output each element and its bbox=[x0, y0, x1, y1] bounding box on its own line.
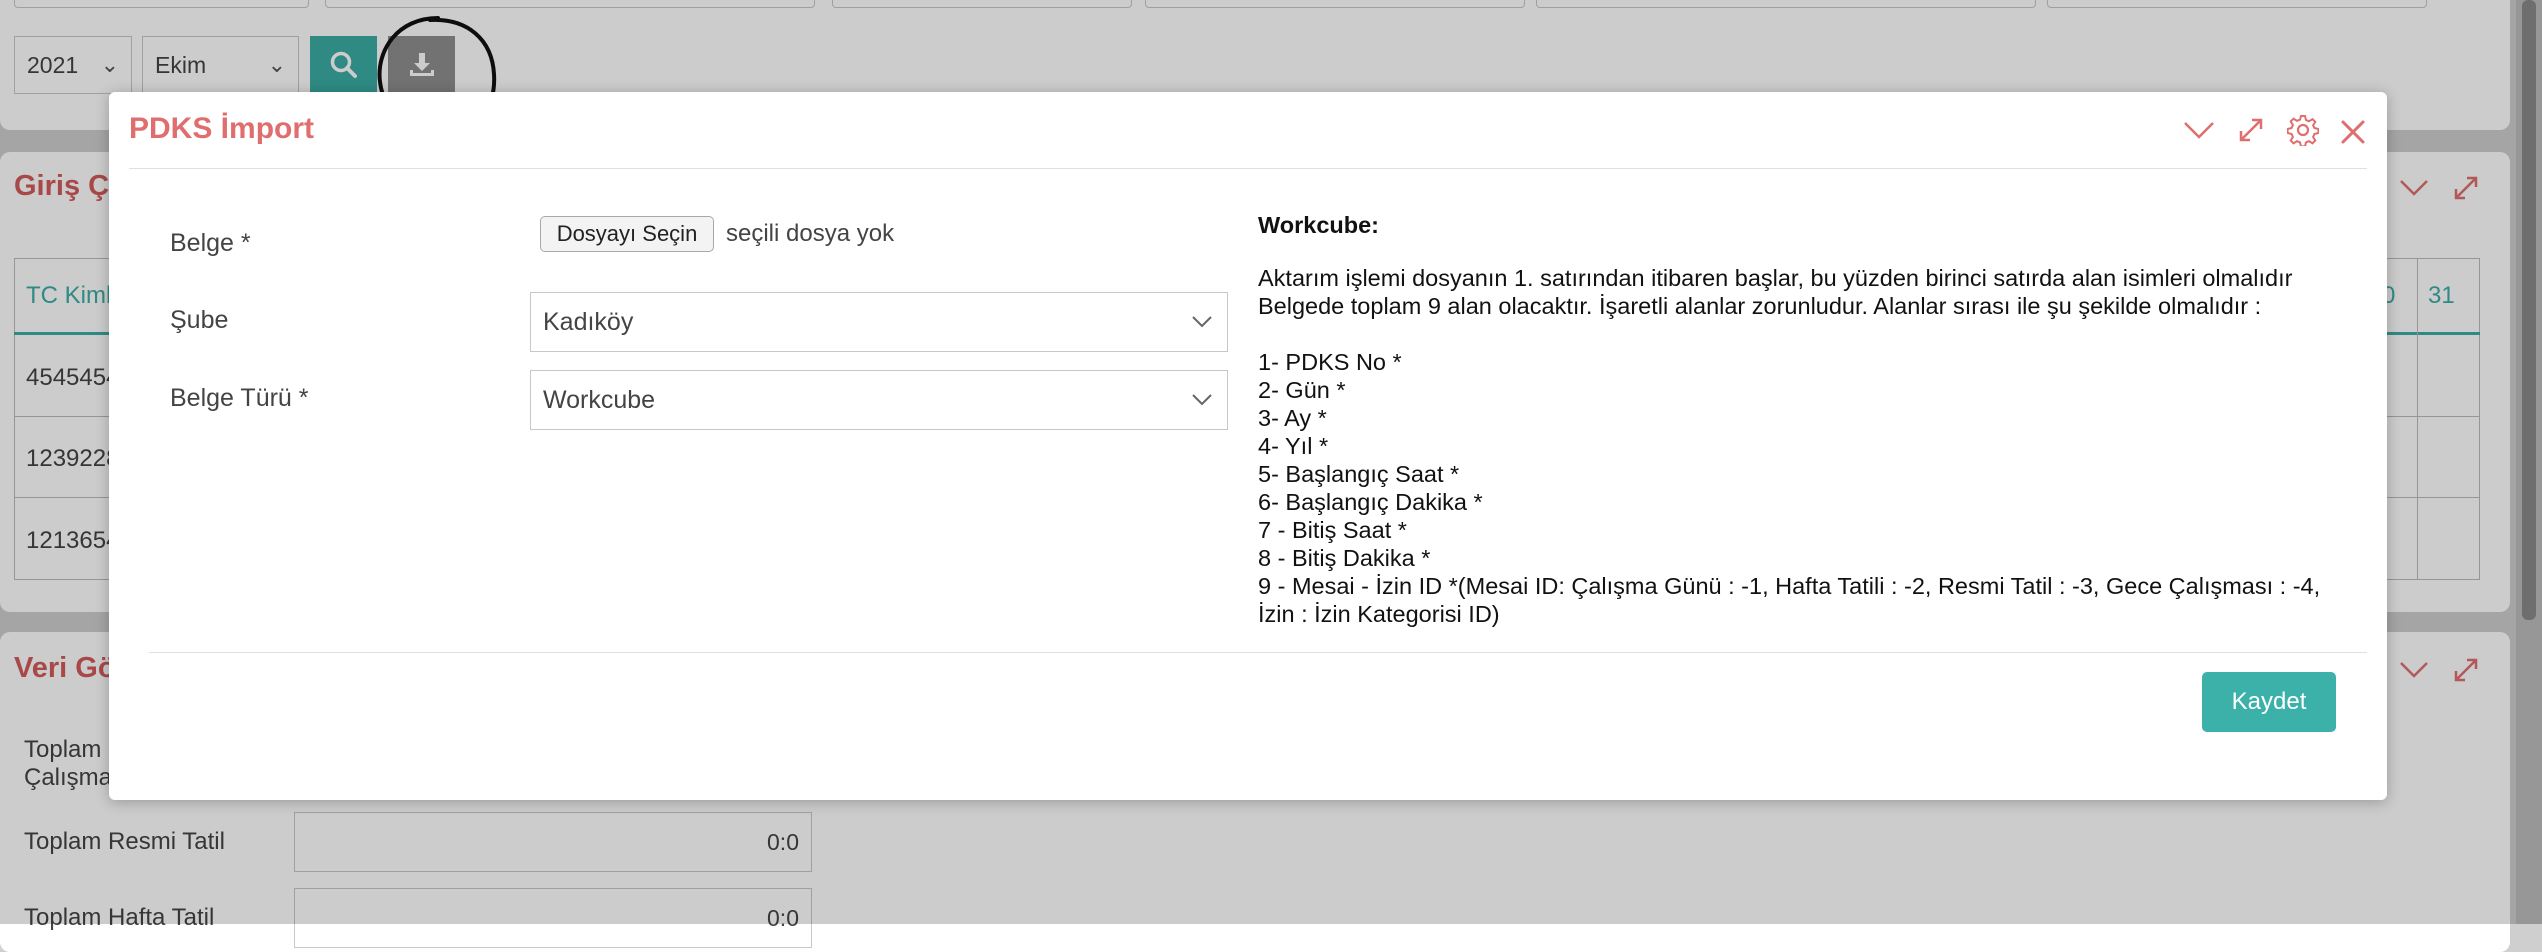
info-list-item: 7 - Bitiş Saat * bbox=[1258, 517, 1407, 543]
expand-icon bbox=[2239, 118, 2263, 142]
chevron-down-icon bbox=[2184, 122, 2214, 139]
header-divider bbox=[129, 168, 2367, 169]
info-paragraph: Aktarım işlemi dosyanın 1. satırından it… bbox=[1258, 265, 2293, 291]
save-button[interactable]: Kaydet bbox=[2202, 672, 2336, 732]
info-list-item: 5- Başlangıç Saat * bbox=[1258, 461, 1460, 487]
gear-icon bbox=[2287, 115, 2319, 146]
close-icon bbox=[2341, 120, 2365, 144]
info-list-item: 9 - Mesai - İzin ID *(Mesai ID: Çalışma … bbox=[1258, 573, 2321, 599]
belge-turu-label: Belge Türü * bbox=[170, 384, 309, 412]
info-paragraph: Belgede toplam 9 alan olacaktır. İşaretl… bbox=[1258, 293, 2262, 319]
belge-turu-select[interactable]: Workcube bbox=[530, 370, 1228, 430]
chevron-down-icon bbox=[1192, 316, 1212, 328]
sube-select[interactable]: Kadıköy bbox=[530, 292, 1228, 352]
info-list-item: 6- Başlangıç Dakika * bbox=[1258, 489, 1483, 515]
close-button[interactable] bbox=[2333, 112, 2373, 152]
file-choose-button[interactable]: Dosyayı Seçin bbox=[540, 216, 714, 252]
belge-turu-value: Workcube bbox=[543, 385, 656, 414]
info-list-item: 2- Gün * bbox=[1258, 377, 1346, 403]
expand-button[interactable] bbox=[2231, 110, 2271, 150]
settings-button[interactable] bbox=[2283, 110, 2323, 150]
info-list-item: 3- Ay * bbox=[1258, 405, 1327, 431]
info-list-item: 1- PDKS No * bbox=[1258, 349, 1402, 375]
pdks-import-modal: PDKS İmport Belge * Dosyayı Seçin seçili… bbox=[109, 92, 2387, 800]
footer-divider bbox=[149, 652, 2367, 653]
file-status-text: seçili dosya yok bbox=[726, 220, 895, 247]
info-list-item: 4- Yıl * bbox=[1258, 433, 1329, 459]
info-list-item: 8 - Bitiş Dakika * bbox=[1258, 545, 1431, 571]
sube-value: Kadıköy bbox=[543, 307, 634, 336]
chevron-down-icon bbox=[1192, 394, 1212, 406]
collapse-button[interactable] bbox=[2179, 110, 2219, 150]
belge-label: Belge * bbox=[170, 229, 251, 257]
sube-label: Şube bbox=[170, 306, 229, 334]
modal-title: PDKS İmport bbox=[129, 112, 315, 145]
info-list-item: İzin : İzin Kategorisi ID) bbox=[1258, 601, 1500, 627]
info-title: Workcube: bbox=[1258, 212, 1379, 238]
